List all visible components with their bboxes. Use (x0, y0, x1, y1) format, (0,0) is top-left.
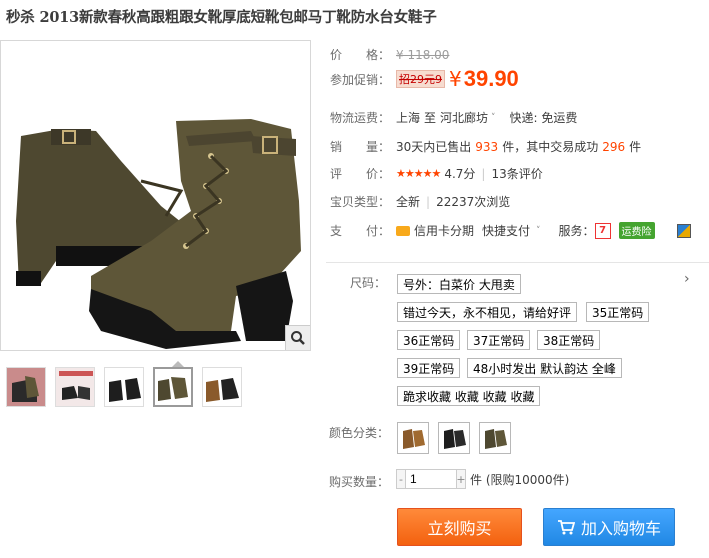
rating-row: 评 价： ★★★★★ 4.7分 | 13条评价 (330, 165, 543, 182)
promo-price: 39.90 (463, 66, 519, 91)
service-label: 服务： (558, 224, 595, 238)
buy-now-label: 立刻购买 (427, 519, 492, 538)
size-option[interactable]: 48小时发出 默认韵达 全峰 (467, 358, 622, 378)
sales-row: 销 量： 30天内已售出 933 件，其中交易成功 296 件 (330, 138, 641, 155)
add-to-cart-label: 加入购物车 (580, 519, 661, 538)
payment-label: 支 付： (330, 224, 391, 238)
color-swatch-olive[interactable] (479, 422, 511, 454)
quick-pay[interactable]: 快捷支付 (482, 222, 530, 239)
sales-prefix: 30天内已售出 (396, 140, 472, 154)
main-product-image[interactable] (0, 40, 311, 351)
seven-day-return-icon: 7 (594, 222, 611, 239)
color-swatch-black[interactable] (438, 422, 470, 454)
thumbnail-3[interactable] (104, 367, 144, 407)
chevron-right-icon[interactable]: › (684, 271, 690, 287)
promo-tag: 招29元9 (396, 70, 445, 88)
price-label: 价 格： (330, 48, 391, 62)
success-count: 296 (602, 139, 626, 154)
credit-card-icon (396, 225, 410, 236)
payment-row: 支 付： 信用卡分期 快捷支付 ˅ 服务： 7 运费险 (330, 222, 691, 239)
shipping-label: 物流运费： (330, 111, 391, 125)
size-option[interactable]: 错过今天，永不相见，请给好评 (397, 302, 578, 322)
quantity-stepper: - + 件 (限购10000件) (396, 469, 569, 489)
original-price: ¥ 118.00 (396, 47, 450, 62)
shipping-insurance-badge: 运费险 (618, 222, 655, 239)
type-label: 宝贝类型： (330, 195, 391, 209)
size-option[interactable]: 号外：白菜价 大甩卖 (397, 274, 521, 294)
size-option[interactable]: 39正常码 (397, 358, 461, 378)
thumbnail-5[interactable] (202, 367, 242, 407)
color-swatch-brown[interactable] (397, 422, 429, 454)
size-label: 尺码： (350, 276, 387, 290)
sales-middle: 件，其中交易成功 (502, 140, 599, 154)
add-to-cart-button[interactable]: 加入购物车 (543, 508, 675, 546)
thumbnail-list (6, 367, 242, 407)
zoom-button[interactable] (285, 325, 310, 350)
quantity-label: 购买数量： (329, 475, 390, 489)
buy-now-button[interactable]: 立刻购买 (397, 508, 522, 546)
sales-label: 销 量： (330, 140, 391, 154)
rating-sep: | (481, 166, 486, 181)
size-option[interactable]: 35正常码 (586, 302, 650, 322)
magnifier-icon (291, 331, 305, 345)
promo-row: 参加促销： 招29元9 ¥ 39.90 (330, 66, 519, 92)
credit-installment[interactable]: 信用卡分期 (414, 222, 474, 239)
size-option[interactable]: 36正常码 (397, 330, 461, 350)
chevron-down-icon[interactable]: ˅ (491, 113, 496, 123)
type-row: 宝贝类型： 全新 | 22237次浏览 (330, 193, 510, 210)
quantity-minus-button[interactable]: - (396, 469, 406, 489)
quantity-input[interactable] (406, 469, 456, 489)
reviews-link[interactable]: 13条评价 (491, 165, 542, 182)
guarantee-icon (676, 223, 691, 238)
price-row: 价 格： ¥ 118.00 (330, 46, 449, 63)
thumbnail-1[interactable] (6, 367, 46, 407)
sales-count: 933 (475, 139, 499, 154)
shipping-sep: 至 (424, 111, 437, 125)
cart-icon (557, 520, 575, 535)
promo-yen: ¥ (449, 67, 462, 91)
shipping-row: 物流运费： 上海 至 河北廊坊 ˅ 快递: 免运费 (330, 109, 577, 126)
boot-photo (16, 119, 301, 349)
size-option[interactable]: 37正常码 (467, 330, 531, 350)
shipping-destination[interactable]: 河北廊坊 (440, 109, 488, 126)
quantity-stock: 件 (限购10000件) (470, 472, 570, 487)
thumbnail-2[interactable] (55, 367, 95, 407)
view-count: 22237次浏览 (436, 195, 511, 209)
chevron-down-icon[interactable]: ˅ (536, 226, 541, 236)
shipping-fee: 快递: 免运费 (509, 111, 578, 125)
rating-label: 评 价： (330, 167, 391, 181)
shipping-from: 上海 (396, 111, 421, 125)
promo-label: 参加促销： (330, 72, 391, 87)
star-rating-icon: ★★★★★ (396, 167, 441, 180)
size-option[interactable]: 38正常码 (537, 330, 601, 350)
rating-score: 4.7分 (444, 167, 476, 181)
sales-suffix: 件 (629, 140, 642, 154)
thumbnail-4-selected[interactable] (153, 367, 193, 407)
type-sep: | (426, 194, 431, 209)
size-option[interactable]: 跪求收藏 收藏 收藏 收藏 (397, 386, 541, 406)
type-value: 全新 (396, 195, 421, 209)
color-label: 颜色分类： (329, 426, 390, 440)
product-title: 秒杀 2013新款春秋高跟粗跟女靴厚底短靴包邮马丁靴防水台女鞋子 (6, 9, 437, 26)
quantity-plus-button[interactable]: + (456, 469, 466, 489)
